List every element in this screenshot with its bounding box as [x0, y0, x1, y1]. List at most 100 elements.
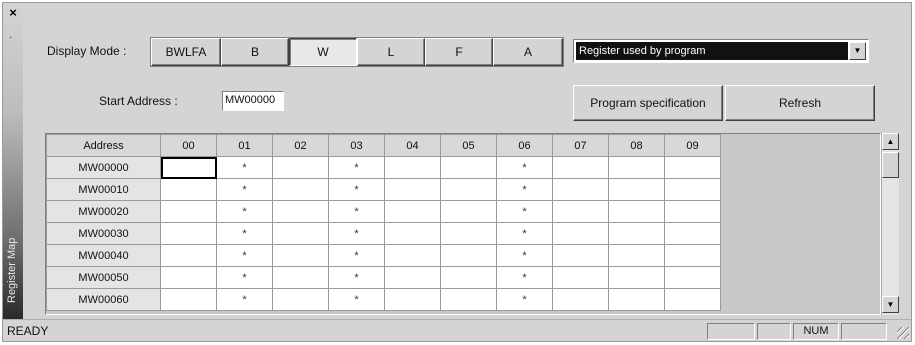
row-address-header[interactable]: MW00030: [46, 222, 161, 245]
row-address-header[interactable]: MW00010: [46, 178, 161, 201]
register-cell[interactable]: [664, 200, 721, 223]
register-cell[interactable]: [440, 178, 497, 201]
register-cell[interactable]: [440, 288, 497, 311]
row-address-header[interactable]: MW00050: [46, 266, 161, 289]
register-cell[interactable]: [272, 156, 329, 179]
register-cell[interactable]: [552, 288, 609, 311]
register-cell[interactable]: [272, 178, 329, 201]
register-cell[interactable]: [608, 266, 665, 289]
vertical-scrollbar[interactable]: ▲ ▼: [881, 133, 899, 315]
register-cell[interactable]: [664, 222, 721, 245]
register-cell[interactable]: [384, 288, 441, 311]
pin-icon[interactable]: ·: [9, 33, 17, 43]
start-address-input[interactable]: MW00000: [222, 91, 284, 111]
register-cell[interactable]: *: [328, 178, 385, 201]
register-cell[interactable]: [384, 200, 441, 223]
register-cell[interactable]: [160, 178, 217, 201]
register-cell[interactable]: [384, 266, 441, 289]
register-cell[interactable]: *: [328, 156, 385, 179]
mode-button-bwlfa[interactable]: BWLFA: [151, 38, 221, 66]
register-cell[interactable]: [272, 200, 329, 223]
column-header[interactable]: 00: [160, 134, 217, 157]
register-cell[interactable]: *: [216, 244, 273, 267]
register-cell[interactable]: [160, 288, 217, 311]
register-cell[interactable]: *: [216, 222, 273, 245]
register-cell[interactable]: *: [328, 288, 385, 311]
chevron-down-icon[interactable]: ▼: [849, 42, 866, 60]
column-header[interactable]: 09: [664, 134, 721, 157]
register-cell[interactable]: [384, 156, 441, 179]
row-address-header[interactable]: MW00020: [46, 200, 161, 223]
scroll-up-icon[interactable]: ▲: [882, 133, 899, 150]
register-cell[interactable]: *: [216, 288, 273, 311]
register-cell[interactable]: *: [216, 200, 273, 223]
register-cell[interactable]: *: [216, 266, 273, 289]
register-cell[interactable]: [160, 156, 217, 179]
column-header[interactable]: 02: [272, 134, 329, 157]
column-header[interactable]: 01: [216, 134, 273, 157]
column-header-address[interactable]: Address: [46, 134, 161, 157]
register-cell[interactable]: *: [496, 200, 553, 223]
register-cell[interactable]: [608, 222, 665, 245]
resize-grip-icon[interactable]: [897, 327, 909, 339]
register-cell[interactable]: *: [328, 244, 385, 267]
register-cell[interactable]: [272, 222, 329, 245]
scroll-down-icon[interactable]: ▼: [882, 296, 899, 313]
mode-button-l[interactable]: L: [357, 38, 425, 66]
register-filter-dropdown[interactable]: Register used by program ▼: [573, 39, 869, 63]
register-cell[interactable]: *: [496, 178, 553, 201]
register-cell[interactable]: [440, 156, 497, 179]
register-cell[interactable]: *: [496, 288, 553, 311]
register-cell[interactable]: [384, 222, 441, 245]
refresh-button[interactable]: Refresh: [725, 85, 875, 121]
column-header[interactable]: 06: [496, 134, 553, 157]
register-cell[interactable]: [608, 244, 665, 267]
register-map-titlebar[interactable]: × · Register Map: [3, 3, 23, 319]
register-cell[interactable]: [552, 222, 609, 245]
register-cell[interactable]: [664, 156, 721, 179]
mode-button-f[interactable]: F: [425, 38, 493, 66]
column-header[interactable]: 03: [328, 134, 385, 157]
register-cell[interactable]: *: [496, 222, 553, 245]
register-cell[interactable]: [664, 266, 721, 289]
register-cell[interactable]: [552, 200, 609, 223]
mode-button-b[interactable]: B: [221, 38, 289, 66]
register-cell[interactable]: [440, 200, 497, 223]
register-cell[interactable]: [552, 244, 609, 267]
mode-button-w[interactable]: W: [289, 38, 357, 66]
register-cell[interactable]: [384, 178, 441, 201]
column-header[interactable]: 07: [552, 134, 609, 157]
register-cell[interactable]: [384, 244, 441, 267]
row-address-header[interactable]: MW00000: [46, 156, 161, 179]
register-cell[interactable]: *: [328, 266, 385, 289]
program-specification-button[interactable]: Program specification: [573, 85, 723, 121]
register-cell[interactable]: *: [496, 156, 553, 179]
register-cell[interactable]: [440, 266, 497, 289]
register-cell[interactable]: [664, 178, 721, 201]
register-cell[interactable]: [552, 178, 609, 201]
register-cell[interactable]: [160, 244, 217, 267]
register-cell[interactable]: [160, 222, 217, 245]
register-cell[interactable]: [272, 288, 329, 311]
register-cell[interactable]: *: [328, 200, 385, 223]
register-cell[interactable]: [608, 288, 665, 311]
column-header[interactable]: 05: [440, 134, 497, 157]
register-cell[interactable]: [160, 266, 217, 289]
row-address-header[interactable]: MW00040: [46, 244, 161, 267]
close-icon[interactable]: ×: [7, 6, 19, 19]
register-cell[interactable]: [552, 266, 609, 289]
column-header[interactable]: 08: [608, 134, 665, 157]
register-cell[interactable]: [272, 266, 329, 289]
register-cell[interactable]: [608, 200, 665, 223]
row-address-header[interactable]: MW00060: [46, 288, 161, 311]
register-cell[interactable]: [664, 288, 721, 311]
register-cell[interactable]: [160, 200, 217, 223]
register-cell[interactable]: *: [216, 156, 273, 179]
register-cell[interactable]: [608, 178, 665, 201]
register-cell[interactable]: [272, 244, 329, 267]
register-cell[interactable]: [608, 156, 665, 179]
register-cell[interactable]: [664, 244, 721, 267]
register-cell[interactable]: [552, 156, 609, 179]
register-cell[interactable]: *: [496, 244, 553, 267]
register-cell[interactable]: *: [496, 266, 553, 289]
